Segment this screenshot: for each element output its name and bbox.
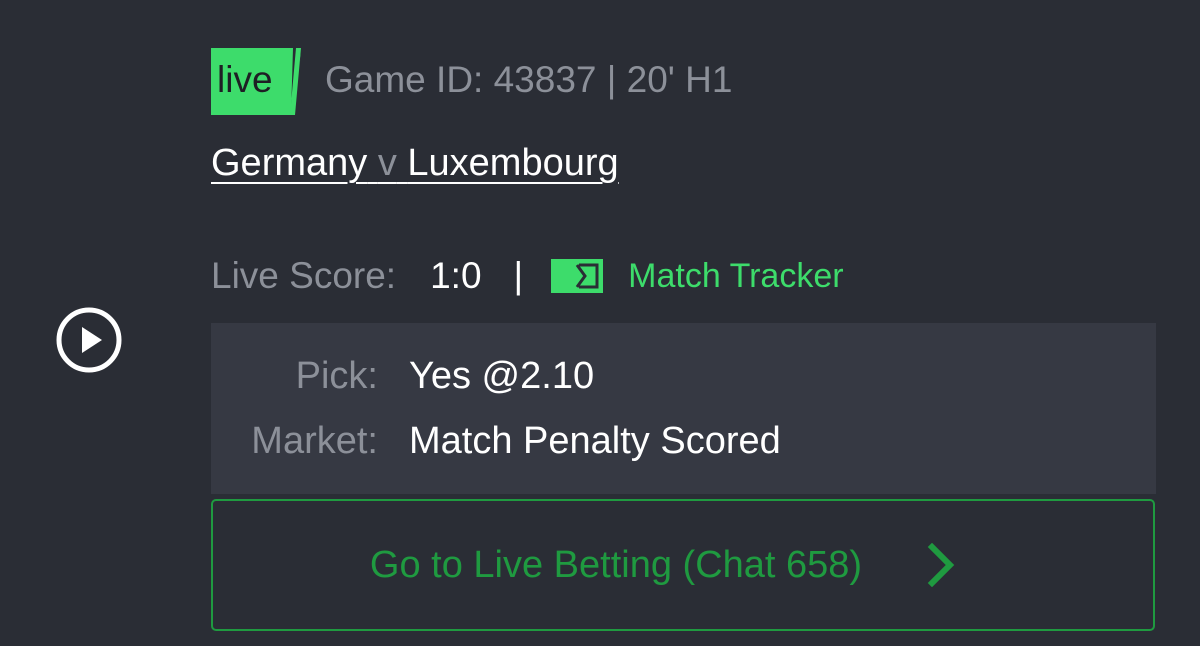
market-label: Market: <box>251 420 378 462</box>
live-badge: live <box>211 48 301 115</box>
match-separator: v <box>377 142 397 184</box>
score-separator: | <box>513 255 524 296</box>
play-icon <box>56 307 122 373</box>
live-score-row: Live Score: 1:0 | Match Tracker <box>211 252 844 300</box>
pick-label: Pick: <box>295 355 378 397</box>
live-score-label: Live Score: <box>211 255 397 296</box>
away-team: Luxembourg <box>407 142 619 184</box>
match-title-link[interactable]: Germany v Luxembourg <box>211 142 619 185</box>
pick-value: Yes @2.10 <box>409 355 595 397</box>
game-header: live Game ID: 43837 | 20' H1 <box>211 48 732 115</box>
home-team: Germany <box>211 142 368 184</box>
play-button[interactable] <box>55 306 123 374</box>
match-tracker-icon <box>551 259 604 293</box>
live-badge-label: live <box>217 59 273 100</box>
pick-card: Pick: Yes @2.10 Market: Match Penalty Sc… <box>211 323 1156 494</box>
game-info: Game ID: 43837 | 20' H1 <box>325 59 733 100</box>
pick-row: Pick: Yes @2.10 <box>211 355 1156 398</box>
go-to-live-betting-label: Go to Live Betting (Chat 658) <box>369 543 863 586</box>
chevron-right-icon <box>926 543 956 587</box>
market-value: Match Penalty Scored <box>409 420 781 462</box>
go-to-live-betting-button[interactable]: Go to Live Betting (Chat 658) <box>211 499 1155 631</box>
live-score-value: 1:0 <box>430 255 482 296</box>
match-tracker-label: Match Tracker <box>628 256 844 295</box>
match-tracker-link[interactable]: Match Tracker <box>551 256 844 296</box>
market-row: Market: Match Penalty Scored <box>211 420 1156 463</box>
